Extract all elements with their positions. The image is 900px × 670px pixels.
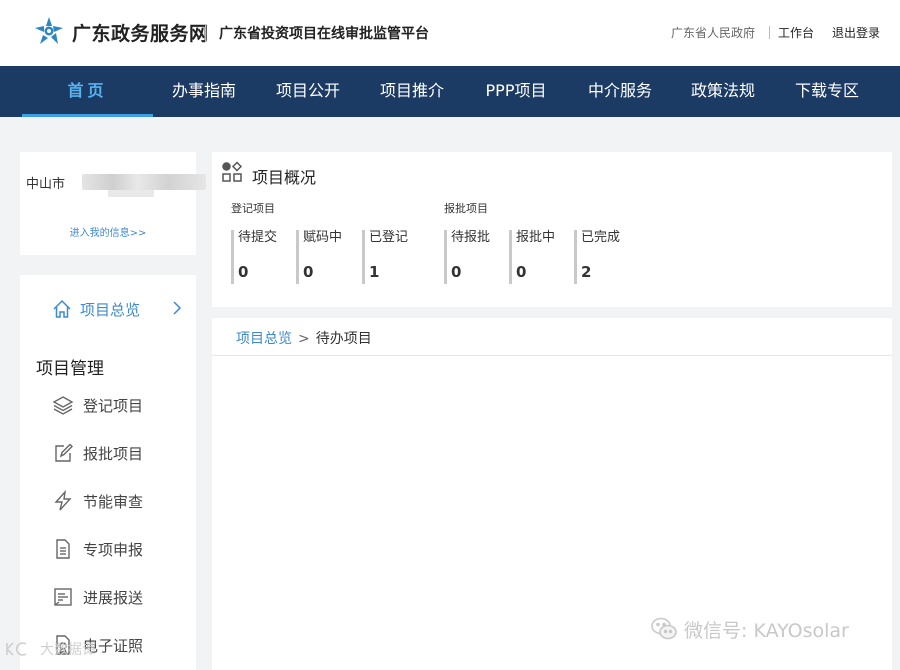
source-watermark: 大数据谭 [4, 639, 96, 659]
sidebar-item-special-application[interactable]: 专项申报 [52, 536, 192, 562]
stat-value: 1 [369, 263, 380, 281]
layers-icon [52, 396, 74, 415]
stat-label: 待报批 [451, 230, 491, 245]
apps-icon [222, 161, 243, 182]
stat-value: 0 [516, 263, 527, 281]
stat-value: 0 [451, 263, 462, 281]
chevron-right-icon [173, 301, 182, 315]
stat-completed[interactable]: 已完成 2 [574, 230, 634, 284]
wechat-icon [651, 617, 677, 640]
stat-pending-approval[interactable]: 待报批 0 [444, 230, 504, 284]
title-divider [205, 24, 206, 42]
overview-title: 项目概况 [252, 168, 317, 187]
sidebar-item-label: 登记项目 [83, 396, 144, 415]
workbench-link[interactable]: 工作台 [778, 24, 814, 41]
sidebar-item-overview-label: 项目总览 [80, 300, 141, 319]
nav-item-guide[interactable]: 办事指南 [162, 66, 246, 117]
edit-icon [55, 443, 73, 462]
header-link-divider [768, 26, 770, 39]
user-name-redacted-extra [108, 190, 154, 197]
side-menu: 项目总览 项目管理 登记项目 报批项目 节能审查 专项申报 进展报送 电子证照 [20, 275, 196, 670]
sidebar-item-progress-report[interactable]: 进展报送 [52, 584, 192, 610]
nav-item-home[interactable]: 首页 [22, 66, 153, 117]
menu-group-title: 项目管理 [36, 359, 104, 379]
source-watermark-text: 大数据谭 [40, 642, 96, 658]
main-nav: 首页 办事指南 项目公开 项目推介 PPP项目 中介服务 政策法规 下载专区 [0, 66, 900, 117]
sidebar-item-label: 节能审查 [83, 492, 144, 511]
nav-item-project-public[interactable]: 项目公开 [266, 66, 350, 117]
wechat-watermark-text: 微信号: KAYOsolar [684, 619, 849, 642]
home-icon [53, 299, 71, 318]
nav-item-project-promotion[interactable]: 项目推介 [370, 66, 454, 117]
stat-label: 待提交 [238, 230, 278, 245]
sidebar-item-label: 进展报送 [83, 588, 144, 607]
sidebar-item-label: 报批项目 [83, 444, 144, 463]
breadcrumb: 项目总览 > 待办项目 [212, 318, 892, 356]
stat-label: 已登记 [369, 230, 409, 245]
report-icon [54, 588, 72, 606]
nav-item-intermediary[interactable]: 中介服务 [578, 66, 662, 117]
breadcrumb-current: 待办项目 [315, 331, 372, 347]
wechat-watermark: 微信号: KAYOsolar [650, 615, 849, 643]
approval-group-label: 报批项目 [444, 202, 488, 215]
my-info-link[interactable]: 进入我的信息>> [20, 224, 196, 239]
nav-item-policy[interactable]: 政策法规 [681, 66, 765, 117]
sidebar-item-registered-projects[interactable]: 登记项目 [52, 392, 192, 418]
project-overview-card: 项目概况 登记项目 报批项目 待提交 0 赋码中 0 已登记 1 待报批 0 报… [212, 152, 892, 307]
sidebar-item-overview[interactable]: 项目总览 [52, 297, 192, 321]
breadcrumb-separator: > [298, 331, 310, 347]
registered-group-label: 登记项目 [231, 202, 275, 215]
stat-pending-submit[interactable]: 待提交 0 [231, 230, 291, 284]
logout-link[interactable]: 退出登录 [832, 24, 880, 41]
stat-label: 报批中 [516, 230, 556, 245]
sidebar-item-label: 专项申报 [83, 540, 144, 559]
breadcrumb-overview-link[interactable]: 项目总览 [236, 331, 292, 347]
top-header: 广东政务服务网 广东省投资项目在线审批监管平台 广东省人民政府 工作台 退出登录 [0, 0, 900, 66]
stat-in-approval[interactable]: 报批中 0 [509, 230, 569, 284]
lightning-icon [54, 490, 72, 511]
stat-value: 2 [581, 263, 592, 281]
stat-value: 0 [238, 263, 249, 281]
nav-item-download[interactable]: 下载专区 [785, 66, 869, 117]
stat-label: 已完成 [581, 230, 621, 245]
stat-value: 0 [303, 263, 314, 281]
stat-label: 赋码中 [303, 230, 343, 245]
user-name-prefix: 中山市 [26, 177, 66, 192]
guangdong-logo-icon [35, 17, 63, 44]
platform-name: 广东省投资项目在线审批监管平台 [219, 26, 429, 42]
watermark-logo-icon [6, 642, 27, 656]
user-card: 中山市 进入我的信息>> [20, 152, 206, 255]
nav-item-ppp[interactable]: PPP项目 [474, 66, 558, 117]
header-links: 广东省人民政府 工作台 退出登录 [671, 24, 880, 41]
document-icon [56, 539, 70, 559]
stat-coding[interactable]: 赋码中 0 [296, 230, 356, 284]
stat-registered[interactable]: 已登记 1 [362, 230, 422, 284]
site-name: 广东政务服务网 [72, 23, 209, 45]
gov-link[interactable]: 广东省人民政府 [671, 24, 755, 41]
sidebar-item-energy-review[interactable]: 节能审查 [52, 488, 192, 514]
breadcrumb-trail: 项目总览 > 待办项目 [236, 328, 372, 348]
user-name-redacted [82, 174, 206, 190]
sidebar-item-approval-projects[interactable]: 报批项目 [52, 440, 192, 466]
